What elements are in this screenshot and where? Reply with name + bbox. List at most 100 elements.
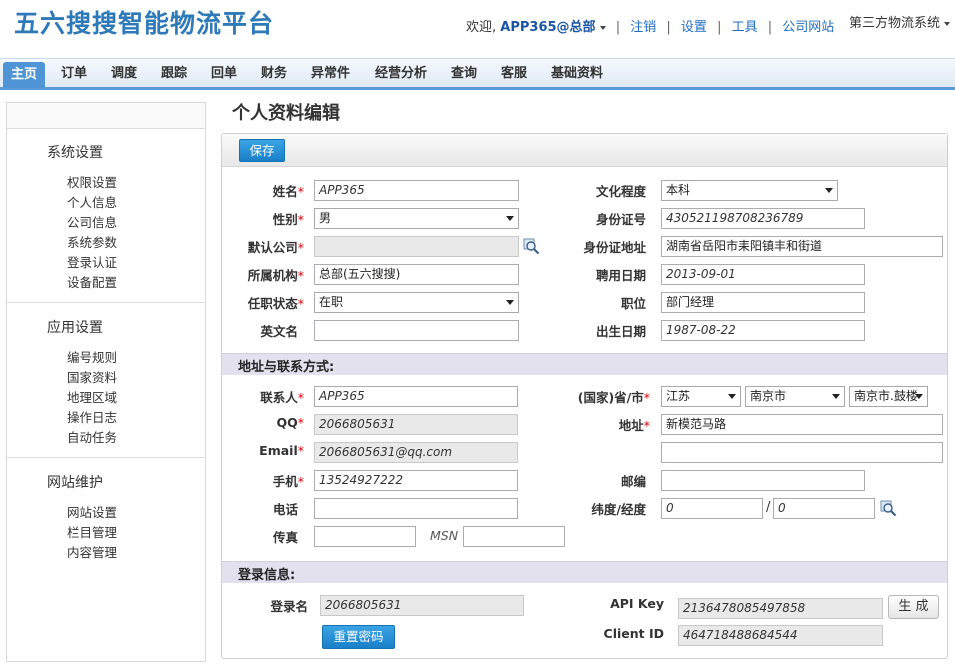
employment-status-select[interactable]: 在职 (314, 292, 519, 313)
chevron-down-icon (944, 21, 951, 26)
current-user-menu[interactable]: APP365@总部 (500, 20, 606, 35)
default-company-label: 默认公司* (247, 240, 304, 255)
client-id-input[interactable]: 464718488684544 (678, 625, 883, 646)
welcome-text: 欢迎, (466, 20, 497, 35)
contact-section-header: 地址与联系方式: (222, 353, 947, 375)
sidebar-item-site-settings[interactable]: 网站设置 (67, 502, 117, 521)
gender-label: 性别* (272, 212, 304, 227)
latlng-label: 纬度/经度 (591, 502, 646, 517)
sidebar-item-column-mgmt[interactable]: 栏目管理 (67, 522, 117, 541)
sidebar-group-app: 应用设置 (47, 320, 103, 336)
login-name-input[interactable]: 2066805631 (320, 595, 524, 616)
address-label: 地址* (618, 418, 650, 433)
qq-label: QQ* (276, 415, 304, 430)
english-name-input[interactable] (314, 320, 519, 341)
hire-date-input[interactable]: 2013-09-01 (661, 264, 865, 285)
nav-tab-analytics[interactable]: 经营分析 (375, 59, 427, 88)
nav-tab-support[interactable]: 客服 (501, 59, 527, 88)
sidebar-item-countries[interactable]: 国家资料 (67, 367, 117, 386)
nav-tab-query[interactable]: 查询 (451, 59, 477, 88)
postcode-label: 邮编 (620, 474, 646, 489)
address-line2-input[interactable] (661, 442, 943, 463)
login-name-label: 登录名 (270, 599, 308, 614)
login-section-title: 登录信息: (238, 568, 296, 583)
nav-tab-master-data[interactable]: 基础资料 (551, 59, 603, 88)
name-input[interactable]: APP365 (314, 180, 519, 201)
education-select[interactable]: 本科 (661, 180, 838, 201)
sidebar-item-numbering-rules[interactable]: 编号规则 (67, 347, 117, 366)
sidebar-item-login-auth[interactable]: 登录认证 (67, 252, 117, 271)
api-key-input[interactable]: 2136478085497858 (678, 598, 883, 619)
reset-password-button[interactable]: 重置密码 (322, 625, 395, 649)
name-label: 姓名* (272, 184, 304, 199)
app-logo: 五六搜搜智能物流平台 (14, 9, 275, 38)
position-label: 职位 (620, 296, 646, 311)
education-label: 文化程度 (595, 184, 646, 199)
position-input[interactable]: 部门经理 (661, 292, 865, 313)
district-select[interactable]: 南京市.鼓楼 (849, 386, 928, 407)
hire-date-label: 聘用日期 (595, 268, 646, 283)
latitude-input[interactable]: 0 (661, 498, 763, 519)
msn-input[interactable] (463, 526, 565, 547)
divider: | (767, 20, 773, 35)
sidebar-item-permissions[interactable]: 权限设置 (67, 172, 117, 191)
province-select[interactable]: 江苏 (661, 386, 741, 407)
birth-date-label: 出生日期 (595, 324, 646, 339)
phone-input[interactable] (314, 498, 518, 519)
city-select[interactable]: 南京市 (745, 386, 845, 407)
sidebar-group-system: 系统设置 (47, 145, 103, 161)
sidebar-item-personal-info[interactable]: 个人信息 (67, 192, 117, 211)
sidebar: 系统设置 权限设置 个人信息 公司信息 系统参数 登录认证 设备配置 应用设置 … (6, 102, 206, 662)
email-input[interactable]: 2066805631@qq.com (314, 442, 518, 463)
divider: | (666, 20, 671, 35)
id-address-input[interactable]: 湖南省岳阳市耒阳镇丰和街道 (661, 236, 943, 257)
birth-date-input[interactable]: 1987-08-22 (661, 320, 865, 341)
sidebar-item-regions[interactable]: 地理区域 (67, 387, 117, 406)
sidebar-item-content-mgmt[interactable]: 内容管理 (67, 542, 117, 561)
address-input[interactable]: 新模范马路 (661, 414, 943, 435)
profile-form-panel: 保存 姓名* APP365 性别* 男 默认公司* 所属机构* 总部(五六搜搜)… (221, 133, 948, 659)
contact-person-input[interactable]: APP365 (314, 386, 518, 407)
sidebar-item-operation-log[interactable]: 操作日志 (67, 407, 117, 426)
email-label: Email* (259, 443, 304, 458)
chevron-down-icon (599, 25, 606, 30)
sidebar-item-system-params[interactable]: 系统参数 (67, 232, 117, 251)
region-label: (国家)省/市* (577, 390, 650, 405)
nav-tab-exceptions[interactable]: 异常件 (311, 59, 350, 88)
nav-tab-tracking[interactable]: 跟踪 (161, 59, 187, 88)
system-switch-menu[interactable]: 第三方物流系统 (849, 12, 951, 31)
sidebar-item-auto-tasks[interactable]: 自动任务 (67, 427, 117, 446)
nav-tab-receipts[interactable]: 回单 (211, 59, 237, 88)
gender-select[interactable]: 男 (314, 208, 519, 229)
sidebar-divider (7, 302, 205, 303)
save-button[interactable]: 保存 (239, 139, 285, 162)
sidebar-item-device-config[interactable]: 设备配置 (67, 272, 117, 291)
longitude-input[interactable]: 0 (773, 498, 875, 519)
qq-input[interactable]: 2066805631 (314, 414, 518, 435)
logout-link[interactable]: 注销 (630, 20, 656, 35)
postcode-input[interactable] (661, 470, 865, 491)
settings-link[interactable]: 设置 (681, 20, 707, 35)
contact-section-title: 地址与联系方式: (238, 360, 335, 375)
company-site-link[interactable]: 公司网站 (782, 20, 834, 35)
mobile-input[interactable]: 13524927222 (314, 470, 518, 491)
id-address-label: 身份证地址 (583, 240, 646, 255)
fax-input[interactable] (314, 526, 416, 547)
form-toolbar: 保存 (222, 134, 947, 167)
magnifier-icon[interactable] (880, 500, 897, 517)
sidebar-header (7, 103, 205, 129)
sidebar-item-company-info[interactable]: 公司信息 (67, 212, 117, 231)
default-company-input[interactable] (314, 236, 519, 257)
tools-link[interactable]: 工具 (732, 20, 758, 35)
nav-tab-finance[interactable]: 财务 (261, 59, 287, 88)
nav-tab-orders[interactable]: 订单 (61, 59, 87, 88)
generate-api-key-button[interactable]: 生 成 (888, 595, 939, 619)
sidebar-group-website: 网站维护 (47, 475, 103, 491)
id-number-input[interactable]: 430521198708236789 (661, 208, 865, 229)
nav-tab-home[interactable]: 主页 (3, 62, 46, 88)
organization-input[interactable]: 总部(五六搜搜) (314, 264, 519, 285)
magnifier-icon[interactable] (523, 238, 540, 255)
nav-tab-dispatch[interactable]: 调度 (111, 59, 137, 88)
login-section-header: 登录信息: (222, 561, 947, 583)
msn-label: MSN (430, 528, 459, 543)
